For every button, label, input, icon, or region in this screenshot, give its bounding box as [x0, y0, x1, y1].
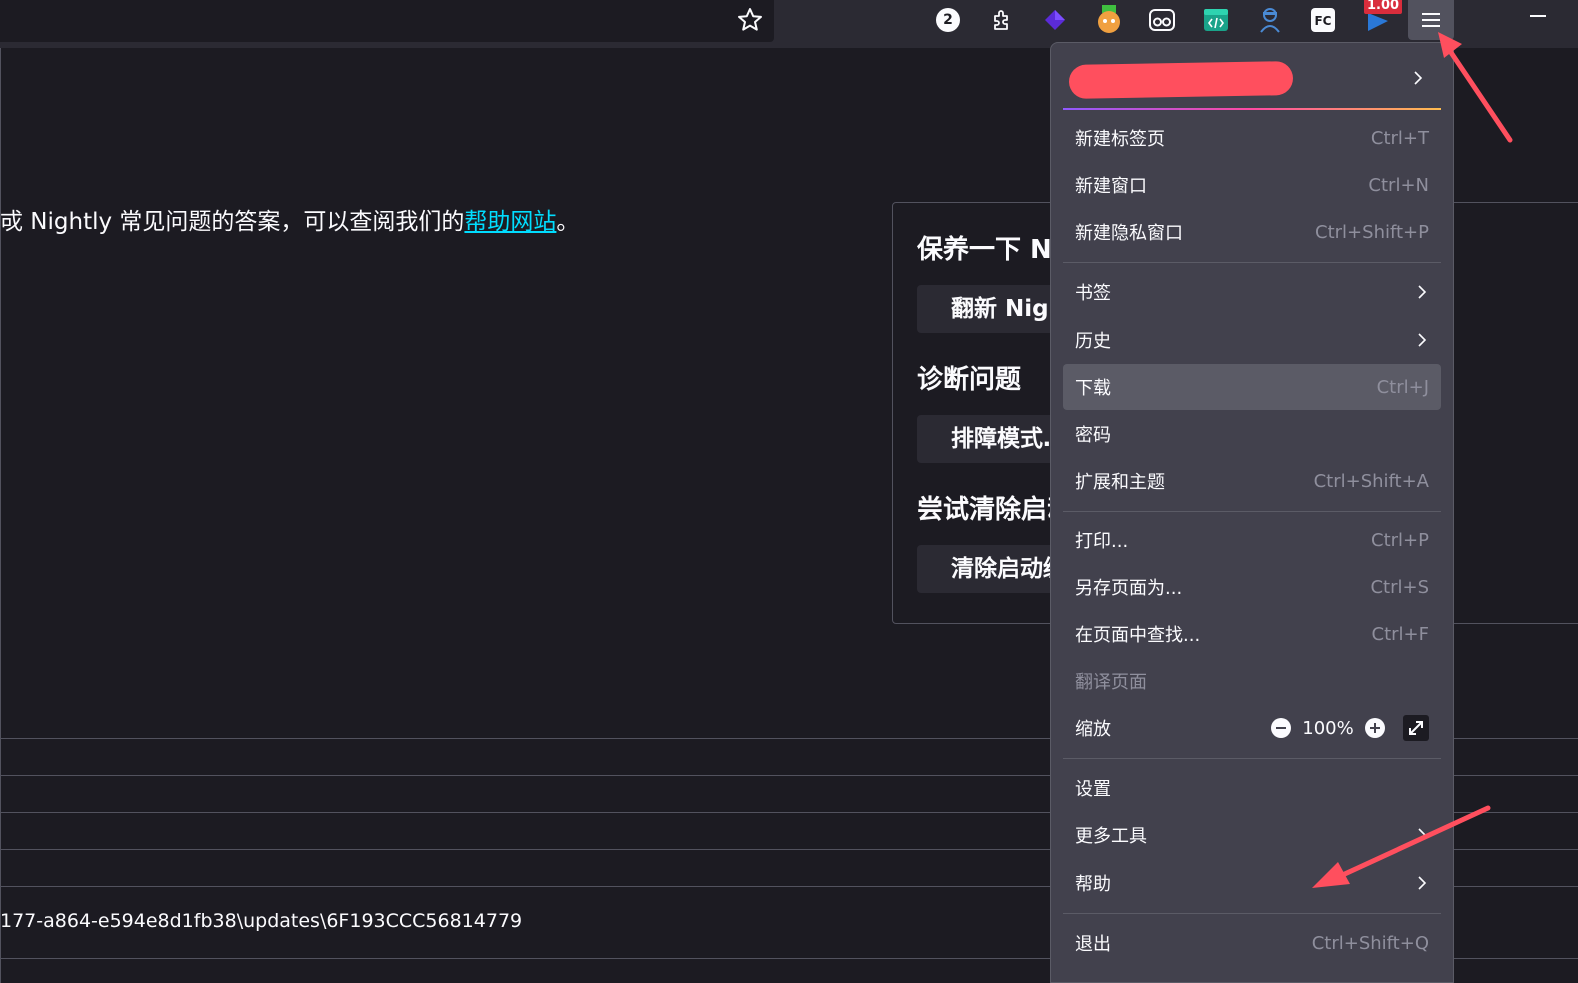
menu-item-label: 书签 — [1075, 283, 1111, 304]
chevron-right-icon — [1418, 876, 1427, 890]
extensions-puzzle-icon[interactable] — [987, 5, 1017, 35]
menu-item-label: 另存页面为... — [1075, 578, 1183, 599]
menu-item-shortcut: Ctrl+Shift+A — [1313, 470, 1429, 492]
menu-separator — [1063, 262, 1441, 263]
menu-separator — [1063, 913, 1441, 914]
menu-item-label: 扩展和主题 — [1075, 472, 1165, 493]
menu-item-new-tab[interactable]: 新建标签页 Ctrl+T — [1063, 115, 1441, 161]
account-divider — [1063, 108, 1441, 110]
fullscreen-button[interactable] — [1403, 715, 1429, 741]
menu-item-label: 在页面中查找... — [1075, 625, 1201, 646]
menu-item-new-private-window[interactable]: 新建隐私窗口 Ctrl+Shift+P — [1063, 209, 1441, 255]
diagnose-heading: 诊断问题 — [917, 365, 1022, 395]
agent-extension-icon[interactable] — [1255, 5, 1285, 35]
menu-item-zoom: 缩放 100% — [1063, 705, 1441, 751]
refresh-heading: 保养一下 Ni — [917, 235, 1061, 265]
notification-count: 2 — [936, 8, 960, 32]
minimize-icon[interactable] — [1530, 15, 1546, 17]
browser-toolbar: 2 FC 1.00 — [0, 0, 1578, 48]
menu-item-label: 打印... — [1075, 531, 1129, 552]
zoom-controls: 100% — [1269, 715, 1429, 741]
menu-item-label: 新建标签页 — [1075, 129, 1165, 150]
redacted-account-name — [1068, 61, 1294, 99]
svg-text:FC: FC — [1314, 14, 1331, 28]
menu-item-shortcut: Ctrl+P — [1371, 529, 1429, 551]
account-row[interactable] — [1063, 53, 1443, 109]
fc-extension-icon[interactable]: FC — [1308, 5, 1338, 35]
notification-count-icon[interactable]: 2 — [933, 5, 963, 35]
version-badge: 1.00 — [1364, 0, 1403, 14]
bookmark-star-icon[interactable] — [736, 6, 764, 34]
fox-extension-icon[interactable] — [1094, 5, 1124, 35]
menu-item-find-in-page[interactable]: 在页面中查找... Ctrl+F — [1063, 611, 1441, 657]
menu-item-settings[interactable]: 设置 — [1063, 765, 1441, 811]
page-edge-divider — [0, 48, 1, 983]
menu-item-label: 下载 — [1075, 378, 1111, 399]
minus-circle-icon — [1271, 718, 1291, 738]
chevron-right-icon — [1414, 71, 1423, 85]
help-site-link[interactable]: 帮助网站 — [464, 209, 556, 235]
menu-item-more-tools[interactable]: 更多工具 — [1063, 812, 1441, 858]
menu-item-label: 更多工具 — [1075, 826, 1147, 847]
menu-item-label: 帮助 — [1075, 874, 1111, 895]
chevron-right-icon — [1418, 333, 1427, 347]
zoom-in-button[interactable] — [1363, 716, 1387, 740]
menu-item-label: 缩放 — [1075, 719, 1111, 740]
menu-separator — [1063, 511, 1441, 512]
purple-cube-extension-icon[interactable] — [1040, 5, 1070, 35]
menu-item-new-window[interactable]: 新建窗口 Ctrl+N — [1063, 162, 1441, 208]
menu-item-label: 密码 — [1075, 425, 1111, 446]
menu-item-bookmarks[interactable]: 书签 — [1063, 269, 1441, 315]
menu-item-translate-page: 翻译页面 — [1063, 658, 1441, 704]
menu-item-print[interactable]: 打印... Ctrl+P — [1063, 517, 1441, 563]
chevron-right-icon — [1418, 828, 1427, 842]
chevron-right-icon — [1418, 285, 1427, 299]
menu-item-downloads[interactable]: 下载 Ctrl+J — [1063, 364, 1441, 410]
menu-item-shortcut: Ctrl+F — [1371, 623, 1429, 645]
menu-separator — [1063, 758, 1441, 759]
code-window-extension-icon[interactable] — [1201, 5, 1231, 35]
app-menu-button[interactable] — [1408, 0, 1454, 40]
glasses-extension-icon[interactable] — [1147, 5, 1177, 35]
menu-item-save-page[interactable]: 另存页面为... Ctrl+S — [1063, 564, 1441, 610]
intro-prefix: 戓 Nightly 常见问题的答案，可以查阅我们的 — [0, 209, 465, 235]
hamburger-menu-icon — [1422, 13, 1440, 27]
menu-item-shortcut: Ctrl+S — [1370, 576, 1429, 598]
menu-item-shortcut: Ctrl+Shift+Q — [1311, 932, 1429, 954]
menu-item-shortcut: Ctrl+T — [1370, 127, 1429, 149]
menu-item-label: 翻译页面 — [1075, 672, 1147, 693]
menu-item-history[interactable]: 历史 — [1063, 317, 1441, 363]
url-bar[interactable] — [0, 0, 774, 42]
intro-suffix: 。 — [556, 209, 580, 235]
update-path-text: 177-a864-e594e8d1fb38\updates\6F193CCC56… — [0, 910, 523, 932]
support-intro-text: 戓 Nightly 常见问题的答案，可以查阅我们的帮助网站。 — [0, 202, 579, 236]
menu-item-shortcut: Ctrl+N — [1368, 174, 1429, 196]
menu-item-label: 新建隐私窗口 — [1075, 223, 1183, 244]
app-menu-panel: 新建标签页 Ctrl+T 新建窗口 Ctrl+N 新建隐私窗口 Ctrl+Shi… — [1050, 42, 1454, 983]
menu-item-addons-themes[interactable]: 扩展和主题 Ctrl+Shift+A — [1063, 458, 1441, 504]
menu-item-passwords[interactable]: 密码 — [1063, 411, 1441, 457]
zoom-level[interactable]: 100% — [1293, 718, 1363, 739]
menu-item-label: 历史 — [1075, 331, 1111, 352]
menu-item-shortcut: Ctrl+J — [1376, 376, 1429, 398]
plus-circle-icon — [1365, 718, 1385, 738]
zoom-out-button[interactable] — [1269, 716, 1293, 740]
menu-item-label: 退出 — [1075, 934, 1111, 955]
menu-item-label: 设置 — [1075, 779, 1111, 800]
fullscreen-arrows-icon — [1409, 721, 1423, 735]
menu-item-help[interactable]: 帮助 — [1063, 860, 1441, 906]
menu-item-exit[interactable]: 退出 Ctrl+Shift+Q — [1063, 920, 1441, 966]
menu-item-label: 新建窗口 — [1075, 176, 1147, 197]
menu-item-shortcut: Ctrl+Shift+P — [1315, 221, 1429, 243]
